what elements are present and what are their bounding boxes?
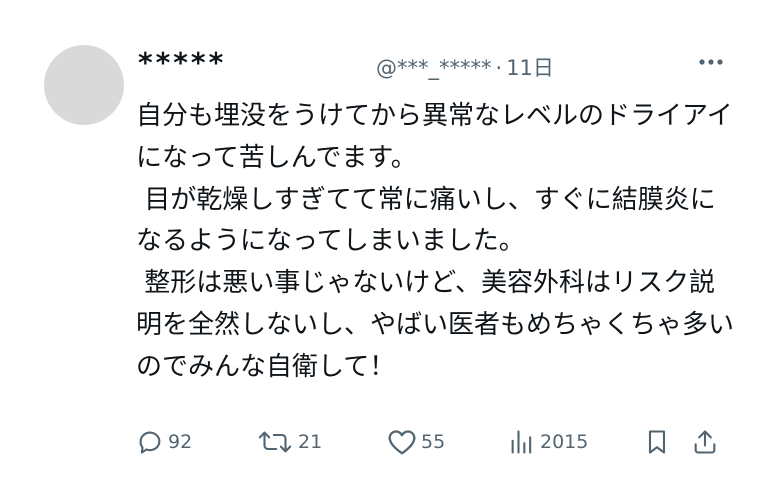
post-header: ***** @***_***** · 11日 [138,44,728,84]
display-name[interactable]: ***** [138,46,226,79]
views-button[interactable]: 2015 [508,424,588,460]
repost-icon [256,428,294,456]
avatar[interactable] [44,45,124,125]
action-bar: 92 21 55 2015 [136,424,726,460]
share-icon [691,428,719,456]
user-handle[interactable]: @***_***** [376,56,492,80]
post-body: 自分も埋没をうけてから異常なレベルのドライアイになって苦しんでます。 目が乾燥し… [136,101,735,382]
views-icon [508,428,536,456]
share-button[interactable] [691,424,719,460]
bookmark-button[interactable] [645,424,669,460]
repost-button[interactable]: 21 [256,424,322,460]
like-button[interactable]: 55 [387,424,445,460]
repost-count: 21 [298,431,323,453]
post-timestamp[interactable]: 11日 [506,56,554,80]
reply-count: 92 [168,431,193,453]
more-button[interactable] [694,48,728,76]
reply-button[interactable]: 92 [136,424,192,460]
like-icon [387,428,417,456]
more-icon [698,58,724,66]
post-card: ***** @***_***** · 11日 自分も埋没をうけてから異常なレベルのド… [0,0,768,494]
bookmark-icon [645,428,669,456]
post-meta: @***_***** · 11日 [376,52,554,82]
reply-icon [136,428,164,456]
like-count: 55 [421,431,446,453]
views-count: 2015 [540,431,589,453]
meta-separator: · [495,56,503,80]
